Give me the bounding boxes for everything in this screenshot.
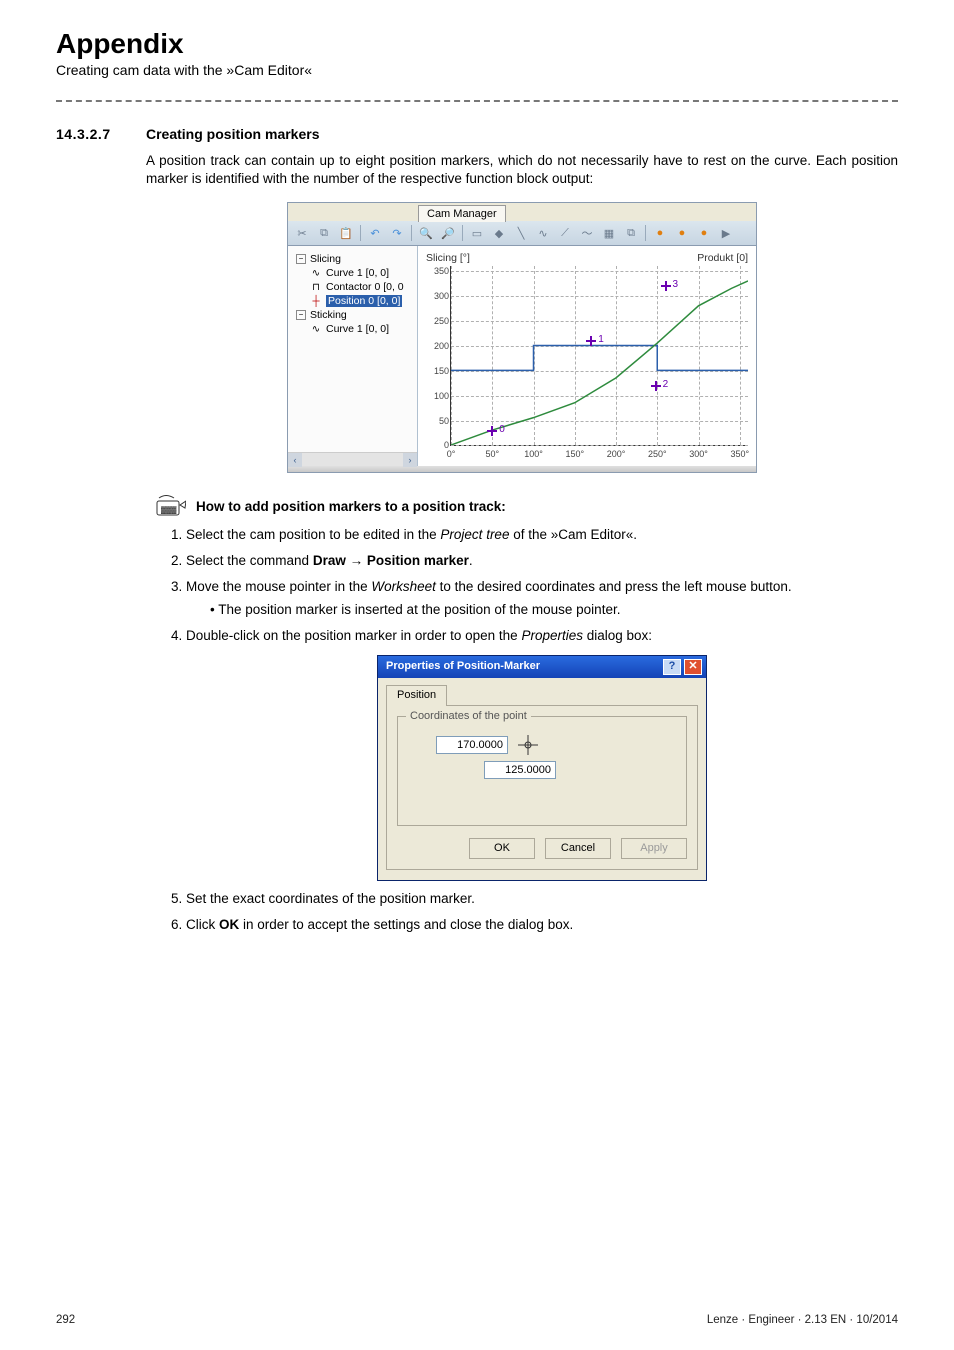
howto-steps: Select the cam position to be edited in … — [186, 525, 898, 934]
tab-position[interactable]: Position — [386, 685, 447, 706]
position-marker[interactable]: 1 — [586, 336, 596, 349]
x-tick: 300° — [689, 449, 708, 459]
dialog-title: Properties of Position-Marker — [386, 659, 540, 675]
tree-item-position[interactable]: Position 0 [0, 0] — [326, 295, 402, 307]
ball1-icon[interactable]: ● — [652, 225, 668, 241]
section-title: Creating position markers — [146, 126, 320, 142]
position-marker[interactable]: 2 — [651, 381, 661, 394]
procedure-icon: ▓▓▓ — [156, 495, 186, 517]
x-tick: 200° — [607, 449, 626, 459]
contactor-icon: ⊓ — [310, 282, 322, 293]
play-icon[interactable]: ▶ — [718, 225, 734, 241]
line-tool-icon[interactable]: ╲ — [513, 225, 529, 241]
cam-manager-window: Cam Manager ✂ ⧉ 📋 ↶ ↷ 🔍 🔎 ▭ ◆ ╲ ∿ ⟋ 〜 ▦ … — [287, 202, 757, 473]
point-icon[interactable]: ◆ — [491, 225, 507, 241]
x-tick: 150° — [565, 449, 584, 459]
tab-cam-manager[interactable]: Cam Manager — [418, 205, 506, 222]
pointer-icon[interactable]: ▭ — [469, 225, 485, 241]
curve-tool-icon[interactable]: ∿ — [535, 225, 551, 241]
curve-icon: ∿ — [310, 268, 322, 279]
properties-dialog: Properties of Position-Marker ? ✕ Positi… — [377, 655, 707, 881]
tree-group-sticking[interactable]: Sticking — [310, 309, 347, 321]
section-number: 14.3.2.7 — [56, 126, 128, 142]
y-tick: 200 — [427, 341, 449, 351]
scroll-right-icon[interactable]: › — [403, 453, 417, 467]
undo-icon[interactable]: ↶ — [367, 225, 383, 241]
x-tick: 100° — [524, 449, 543, 459]
y-coordinate-field[interactable] — [484, 761, 556, 779]
page-title: Appendix — [56, 28, 898, 60]
tree-item-curve2[interactable]: Curve 1 [0, 0] — [326, 323, 389, 335]
y-tick: 150 — [427, 366, 449, 376]
y-tick: 100 — [427, 391, 449, 401]
y-tick: 50 — [427, 416, 449, 426]
tree-group-slicing[interactable]: Slicing — [310, 253, 341, 265]
step-3-sub: The position marker is inserted at the p… — [210, 600, 898, 620]
position-marker[interactable]: 0 — [487, 426, 497, 439]
collapse-icon[interactable]: − — [296, 254, 306, 264]
chart-series — [451, 281, 748, 445]
project-tree[interactable]: −Slicing ∿Curve 1 [0, 0] ⊓Contactor 0 [0… — [288, 246, 418, 466]
help-icon[interactable]: ? — [663, 659, 681, 675]
step-6: Click OK in order to accept the settings… — [186, 915, 898, 935]
cancel-button[interactable]: Cancel — [545, 838, 611, 859]
y-tick: 350 — [427, 266, 449, 276]
chart-title-left: Slicing [°] — [426, 252, 470, 264]
ball3-icon[interactable]: ● — [696, 225, 712, 241]
chart-series — [451, 346, 748, 371]
x-tick: 250° — [648, 449, 667, 459]
position-icon: ┼ — [310, 296, 322, 307]
svg-text:▓▓▓: ▓▓▓ — [161, 506, 177, 514]
y-tick: 300 — [427, 291, 449, 301]
scroll-left-icon[interactable]: ‹ — [288, 453, 302, 467]
grid-icon[interactable]: ▦ — [601, 225, 617, 241]
footer-right: Lenze · Engineer · 2.13 EN · 10/2014 — [707, 1314, 898, 1326]
tree-item-contactor[interactable]: Contactor 0 [0, 0 — [326, 281, 404, 293]
position-marker[interactable]: 3 — [661, 281, 671, 294]
step-1: Select the cam position to be edited in … — [186, 525, 898, 545]
curve2-tool-icon[interactable]: ⟋ — [557, 225, 573, 241]
x-tick: 0° — [447, 449, 456, 459]
crosshair-icon — [518, 735, 538, 755]
step-4: Double-click on the position marker in o… — [186, 626, 898, 882]
y-tick: 250 — [427, 316, 449, 326]
page-subtitle: Creating cam data with the »Cam Editor« — [56, 62, 898, 78]
step-5: Set the exact coordinates of the positio… — [186, 889, 898, 909]
wave-icon[interactable]: 〜 — [579, 225, 595, 241]
step-2: Select the command Draw → Position marke… — [186, 551, 898, 571]
zoom-in-icon[interactable]: 🔍 — [418, 225, 434, 241]
close-icon[interactable]: ✕ — [684, 659, 702, 675]
tree-scrollbar[interactable]: ‹ › — [288, 452, 417, 466]
separator-line — [56, 100, 898, 102]
ok-button[interactable]: OK — [469, 838, 535, 859]
section-intro: A position track can contain up to eight… — [146, 152, 898, 188]
worksheet-chart[interactable]: Slicing [°] Produkt [0] 0 50 100 150 200 250 3… — [418, 246, 756, 466]
copy-icon[interactable]: ⧉ — [316, 225, 332, 241]
tree-item-curve1[interactable]: Curve 1 [0, 0] — [326, 267, 389, 279]
group-legend: Coordinates of the point — [406, 709, 531, 725]
cam-toolbar: ✂ ⧉ 📋 ↶ ↷ 🔍 🔎 ▭ ◆ ╲ ∿ ⟋ 〜 ▦ ⧉ ● ● ● ▶ — [288, 221, 756, 246]
cut-icon[interactable]: ✂ — [294, 225, 310, 241]
redo-icon[interactable]: ↷ — [389, 225, 405, 241]
link-icon[interactable]: ⧉ — [623, 225, 639, 241]
paste-icon[interactable]: 📋 — [338, 225, 354, 241]
y-tick: 0 — [427, 440, 449, 450]
ball2-icon[interactable]: ● — [674, 225, 690, 241]
curve-icon: ∿ — [310, 324, 322, 335]
howto-title: How to add position markers to a positio… — [196, 499, 506, 514]
apply-button[interactable]: Apply — [621, 838, 687, 859]
collapse-icon[interactable]: − — [296, 310, 306, 320]
page-number: 292 — [56, 1314, 75, 1326]
x-tick: 350° — [730, 449, 749, 459]
step-3: Move the mouse pointer in the Worksheet … — [186, 577, 898, 620]
x-coordinate-field[interactable] — [436, 736, 508, 754]
x-tick: 50° — [485, 449, 499, 459]
zoom-out-icon[interactable]: 🔎 — [440, 225, 456, 241]
chart-title-right: Produkt [0] — [697, 252, 748, 264]
